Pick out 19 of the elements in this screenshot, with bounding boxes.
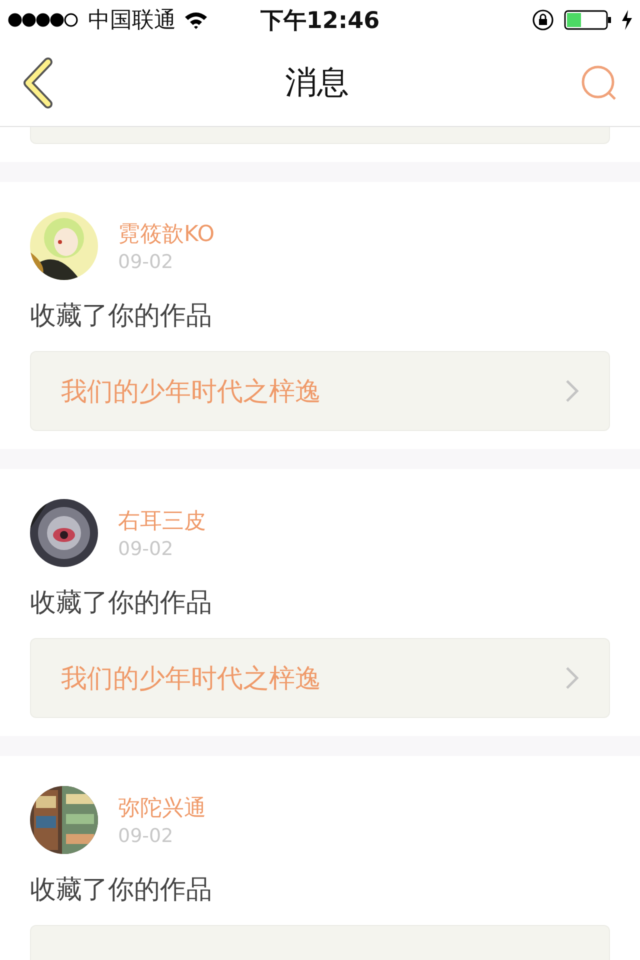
page-title: 消息	[285, 62, 349, 103]
carrier-name: 中国联通	[88, 7, 176, 35]
chevron-right-icon	[565, 379, 579, 403]
message-text: 收藏了你的作品	[30, 587, 213, 620]
wifi-icon	[184, 11, 208, 29]
work-link[interactable]: 我们的少年时代之梓逸	[30, 638, 610, 718]
message-text: 收藏了你的作品	[30, 300, 213, 333]
chevron-right-icon	[565, 666, 579, 690]
back-icon[interactable]	[22, 57, 54, 109]
status-time: 下午12:46	[260, 6, 380, 36]
user-name[interactable]: 弥陀兴通	[118, 793, 206, 823]
message-text: 收藏了你的作品	[30, 874, 213, 907]
charging-icon	[622, 10, 632, 30]
battery-icon	[564, 10, 612, 30]
user-name[interactable]: 右耳三皮	[118, 506, 206, 536]
signal-icon	[8, 13, 80, 27]
rotation-lock-icon	[532, 9, 554, 31]
work-link[interactable]: 我们的少年时代之梓逸	[30, 351, 610, 431]
user-name[interactable]: 霓筱歆KO	[118, 219, 215, 249]
